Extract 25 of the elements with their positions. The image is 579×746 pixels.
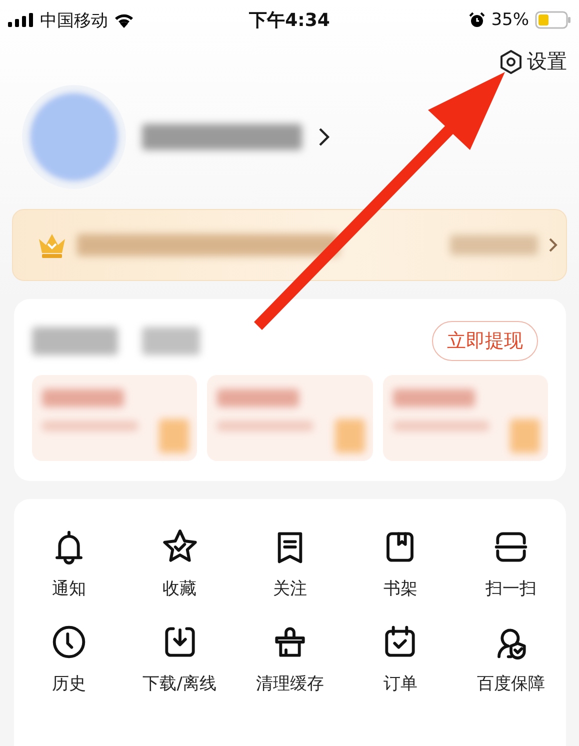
settings-button[interactable]: 设置 [499, 48, 567, 75]
blurred-tile[interactable] [382, 375, 548, 461]
wifi-icon [114, 12, 134, 28]
blurred-balance [142, 327, 200, 355]
shortcut-item[interactable]: 订单 [345, 622, 456, 695]
shortcut-item[interactable]: 书架 [345, 527, 456, 600]
withdraw-button[interactable]: 立即提现 [432, 321, 538, 361]
shortcut-item[interactable]: 历史 [14, 622, 124, 695]
battery-percent: 35% [491, 10, 529, 30]
status-time: 下午4:34 [249, 9, 330, 32]
battery-icon [535, 11, 571, 29]
shortcut-item[interactable]: 清理缓存 [234, 622, 346, 695]
settings-icon[interactable] [499, 48, 523, 74]
blurred-tile[interactable] [32, 375, 198, 461]
shortcut-item[interactable]: 扫一扫 [456, 527, 566, 600]
signal-icon [8, 13, 34, 27]
shortcut-item[interactable]: 通知 [14, 527, 124, 600]
alarm-icon [469, 12, 486, 28]
carrier-name: 中国移动 [40, 10, 108, 32]
shortcut-item[interactable]: 收藏 [124, 527, 235, 600]
shortcut-item[interactable]: 关注 [234, 527, 346, 600]
shortcut-item[interactable]: 百度保障 [456, 622, 566, 695]
shortcut-item[interactable]: 下载/离线 [124, 622, 235, 695]
chevron-icon[interactable] [318, 127, 330, 147]
blurred-tile[interactable] [207, 375, 373, 461]
